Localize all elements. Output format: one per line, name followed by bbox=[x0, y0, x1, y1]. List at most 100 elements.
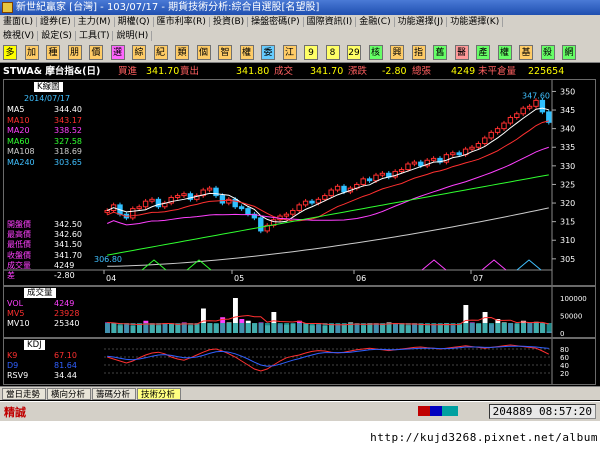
toolbar-button[interactable]: 權 bbox=[239, 45, 254, 60]
volume-base bbox=[540, 323, 546, 333]
tab-2[interactable]: 籌碼分析 bbox=[92, 388, 136, 400]
toolbar-button[interactable]: 委 bbox=[261, 45, 275, 60]
volume-base bbox=[233, 323, 238, 333]
toolbar-button[interactable]: 指 bbox=[411, 45, 426, 60]
volume-y-tick: 100000 bbox=[560, 295, 587, 303]
candle-body bbox=[334, 185, 341, 191]
menu-item[interactable]: 匯市利率(R) bbox=[153, 17, 210, 27]
volume-base bbox=[393, 323, 398, 333]
toolbar-button[interactable]: 舊 bbox=[433, 45, 447, 60]
candle-body bbox=[130, 208, 136, 219]
toolbar-button[interactable]: 殺 bbox=[540, 45, 555, 60]
toolbar-button[interactable]: 種 bbox=[46, 45, 60, 60]
toolbar-button[interactable]: 綜 bbox=[132, 45, 146, 60]
toolbar-button[interactable]: 產 bbox=[476, 45, 490, 60]
toolbar-button[interactable]: 紀 bbox=[153, 45, 168, 60]
y-tick-label: 340 bbox=[560, 125, 575, 134]
candle-body bbox=[302, 200, 309, 206]
toolbar-button[interactable]: 基 bbox=[519, 45, 533, 60]
toolbar-button[interactable]: 多 bbox=[3, 45, 17, 60]
volume-base bbox=[309, 323, 315, 333]
volume-base bbox=[527, 323, 533, 333]
candle-body bbox=[258, 217, 264, 232]
toolbar-button[interactable]: 權 bbox=[497, 45, 512, 60]
candle-body bbox=[136, 206, 142, 210]
volume-base bbox=[303, 323, 309, 333]
kd-chart[interactable]: 80604020 bbox=[4, 339, 595, 384]
kd-series-label: K9 bbox=[7, 351, 18, 360]
ask-value: 341.80 bbox=[236, 66, 270, 77]
menu-item[interactable]: 操盤密碼(P) bbox=[248, 17, 304, 27]
toolbar-button[interactable]: 江 bbox=[282, 45, 297, 60]
toolbar-button[interactable]: 個 bbox=[196, 45, 211, 60]
candle-body bbox=[539, 99, 546, 113]
toolbar-button[interactable]: 類 bbox=[175, 45, 189, 60]
menu-item[interactable]: 設定(S) bbox=[38, 31, 76, 41]
toolbar-button[interactable]: 興 bbox=[390, 45, 404, 60]
toolbar-button[interactable]: 29 bbox=[347, 45, 361, 60]
menu-item[interactable]: 國際資訊(I) bbox=[303, 17, 357, 27]
menu-item[interactable]: 投資(B) bbox=[209, 17, 249, 27]
toolbar-button[interactable]: 價 bbox=[89, 45, 103, 60]
broker-name: 精誠 bbox=[4, 406, 26, 419]
volume-title: 成交量 bbox=[24, 288, 56, 298]
kd-y-tick: 40 bbox=[560, 362, 569, 370]
ma108-line bbox=[107, 207, 549, 267]
ohlc-value: 341.70 bbox=[54, 250, 82, 260]
toolbar-button[interactable]: 醫 bbox=[454, 45, 469, 60]
toolbar-button[interactable]: 9 bbox=[304, 45, 318, 60]
candle-body bbox=[219, 195, 226, 204]
candle-body bbox=[526, 105, 533, 109]
tab-0[interactable]: 當日走勢 bbox=[2, 388, 46, 400]
kd-panel[interactable]: 80 60 40 20 KDJ K9 67.10 D9 81.64 RSV9 34.44 bbox=[3, 338, 596, 385]
kd-series-value: 67.10 bbox=[54, 351, 77, 360]
x-tick-label: 05 bbox=[234, 274, 244, 283]
menu-item[interactable]: 功能選擇(K) bbox=[447, 17, 504, 27]
volume-base bbox=[546, 323, 552, 333]
candle-body bbox=[475, 143, 482, 148]
candle-body bbox=[315, 198, 322, 204]
kline-chart[interactable]: 350 345 340 335 330 325 320 315 310 305 04 05 06 07 34… bbox=[4, 80, 595, 285]
volume-base bbox=[265, 323, 270, 333]
menu-item[interactable]: 檢視(V) bbox=[0, 31, 39, 41]
ma-value: 327.58 bbox=[54, 136, 82, 146]
menu-item[interactable]: 主力(M) bbox=[74, 17, 115, 27]
toolbar-button[interactable]: 8 bbox=[325, 45, 340, 60]
menu-item[interactable]: 說明(H) bbox=[113, 31, 153, 41]
ma-label: MA20 bbox=[7, 126, 30, 135]
toolbar-button[interactable]: 核 bbox=[368, 45, 383, 60]
volume-base bbox=[207, 323, 213, 333]
menu-item[interactable]: 功能選擇(J) bbox=[394, 17, 448, 27]
volume-series-label: MV5 bbox=[7, 309, 25, 318]
candle-body bbox=[469, 146, 475, 150]
toolbar-button[interactable]: 朋 bbox=[67, 45, 82, 60]
toolbar-button[interactable]: 加 bbox=[24, 45, 39, 60]
tab-1[interactable]: 橫向分析 bbox=[47, 388, 91, 400]
toolbar-button[interactable]: 智 bbox=[218, 45, 232, 60]
tab-3[interactable]: 技術分析 bbox=[137, 388, 181, 400]
x-tick-label: 07 bbox=[473, 274, 483, 283]
toolbar-button[interactable]: 選 bbox=[110, 45, 125, 60]
menu-item[interactable]: 金融(C) bbox=[356, 17, 395, 27]
connection-indicator bbox=[418, 406, 458, 416]
volume-chart[interactable]: 100000 50000 0 bbox=[4, 287, 595, 338]
app-icon bbox=[2, 2, 13, 13]
menu-item[interactable]: 期權(Q) bbox=[114, 17, 154, 27]
volume-base bbox=[399, 323, 405, 333]
volume-panel[interactable]: 100000 50000 0 成交量 VOL 4249 MV5 23928 MV10 2534… bbox=[3, 286, 596, 338]
ma-value: 344.40 bbox=[54, 105, 82, 114]
volume-series-label: VOL bbox=[7, 299, 24, 308]
kline-panel[interactable]: 350 345 340 335 330 325 320 315 310 305 04 05 06 07 34… bbox=[3, 79, 596, 286]
ma-value: 343.17 bbox=[54, 115, 82, 125]
menu-item[interactable]: 畫面(L) bbox=[0, 17, 38, 27]
volume-base bbox=[476, 323, 482, 333]
menu-item[interactable]: 證券(E) bbox=[37, 17, 75, 27]
toolbar-button[interactable]: 網 bbox=[562, 45, 576, 60]
menu-item[interactable]: 工具(T) bbox=[75, 31, 114, 41]
candle-body bbox=[213, 187, 219, 197]
volume-series-value: 25340 bbox=[54, 319, 80, 328]
quote-bar: STWA& 摩台指&(日) 買進 341.70 賣出 341.80 成交 341… bbox=[0, 65, 600, 78]
ohlc-label: 最低價 bbox=[7, 240, 31, 250]
signal-mark bbox=[421, 259, 447, 271]
ma-label: MA10 bbox=[7, 115, 30, 125]
